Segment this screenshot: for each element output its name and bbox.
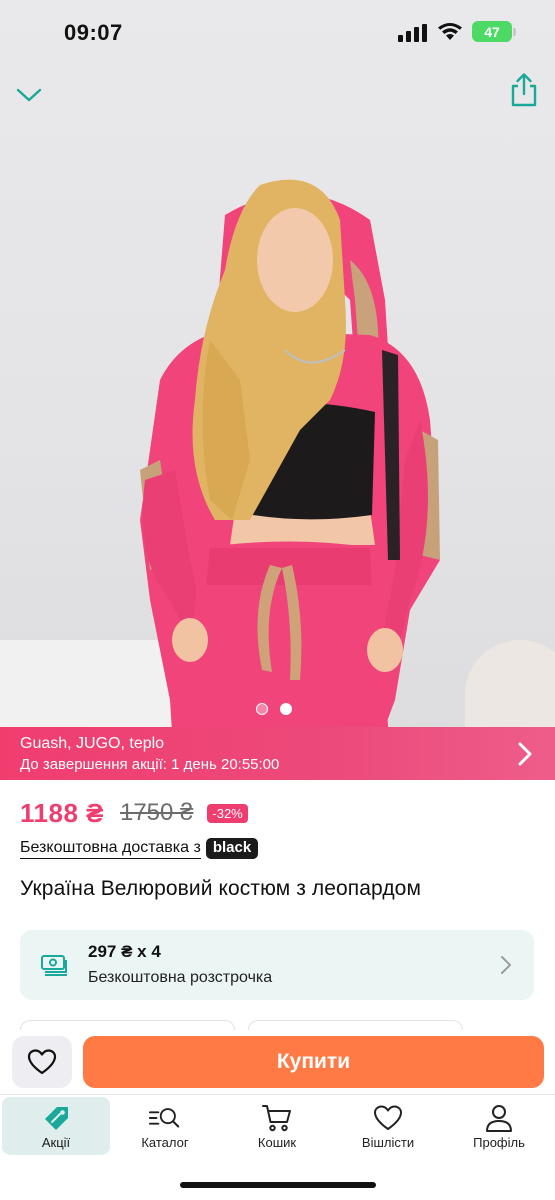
- status-time: 09:07: [64, 20, 123, 45]
- old-price: 1750 ₴: [119, 799, 194, 826]
- chevron-down-icon: [16, 88, 42, 102]
- gallery-pagination: [256, 702, 300, 716]
- tab-profile[interactable]: Профіль: [445, 1097, 553, 1155]
- collapse-button[interactable]: [14, 80, 44, 110]
- battery-tip: [513, 28, 516, 36]
- delivery-text: Безкоштовна доставка з: [20, 839, 201, 859]
- promo-name: Guash, JUGO, teplo: [20, 735, 165, 752]
- price-row: 1188 ₴ 1750 ₴ -32%: [20, 797, 248, 829]
- money-stack-icon: [41, 955, 67, 976]
- tab-label: Профіль: [473, 1135, 525, 1150]
- gallery-dot[interactable]: [256, 703, 268, 715]
- product-image[interactable]: [0, 0, 555, 780]
- heart-icon: [27, 1049, 57, 1075]
- black-badge: black: [205, 838, 259, 859]
- promo-banner[interactable]: Guash, JUGO, teplo До завершення акції: …: [0, 727, 555, 780]
- buy-bar: Купити: [0, 1030, 555, 1094]
- heart-icon: [371, 1102, 405, 1134]
- product-title: Україна Велюровий костюм з леопардом: [20, 877, 421, 900]
- tab-label: Каталог: [141, 1135, 189, 1150]
- user-icon: [482, 1102, 516, 1134]
- cellular-signal-icon: [398, 24, 427, 42]
- status-bar: 09:07 47: [0, 0, 555, 62]
- tab-catalog[interactable]: Каталог: [111, 1097, 219, 1155]
- share-icon[interactable]: [508, 72, 540, 108]
- buy-button[interactable]: Купити: [83, 1036, 544, 1088]
- tab-promotions[interactable]: Акції: [2, 1097, 110, 1155]
- installment-label: Безкоштовна розстрочка: [88, 969, 273, 986]
- add-to-wishlist-button[interactable]: [12, 1036, 72, 1088]
- gallery-dot-active[interactable]: [280, 703, 292, 715]
- tab-wishlist[interactable]: Вішлісти: [334, 1097, 442, 1155]
- model-photo: [140, 179, 440, 780]
- battery-indicator: 47: [472, 21, 512, 42]
- wifi-icon: [438, 23, 462, 40]
- tab-label: Кошик: [257, 1135, 297, 1150]
- current-price: 1188 ₴: [20, 797, 104, 828]
- discount-badge: -32%: [207, 803, 248, 823]
- cart-icon: [260, 1102, 294, 1134]
- tab-cart[interactable]: Кошик: [223, 1097, 331, 1155]
- installment-amount: 297 ₴ x 4: [88, 942, 161, 961]
- tag-icon: [39, 1102, 73, 1134]
- tab-label: Вішлісти: [361, 1135, 415, 1150]
- tab-label: Акції: [41, 1135, 71, 1150]
- promo-timer: До завершення акції: 1 день 20:55:00: [20, 756, 280, 773]
- chevron-right-icon: [518, 742, 532, 766]
- home-indicator: [180, 1182, 376, 1188]
- installment-card[interactable]: 297 ₴ x 4 Безкоштовна розстрочка: [20, 930, 534, 1000]
- free-delivery-link[interactable]: Безкоштовна доставка з black: [20, 838, 259, 859]
- chevron-right-icon: [501, 956, 511, 974]
- catalog-search-icon: [148, 1102, 182, 1134]
